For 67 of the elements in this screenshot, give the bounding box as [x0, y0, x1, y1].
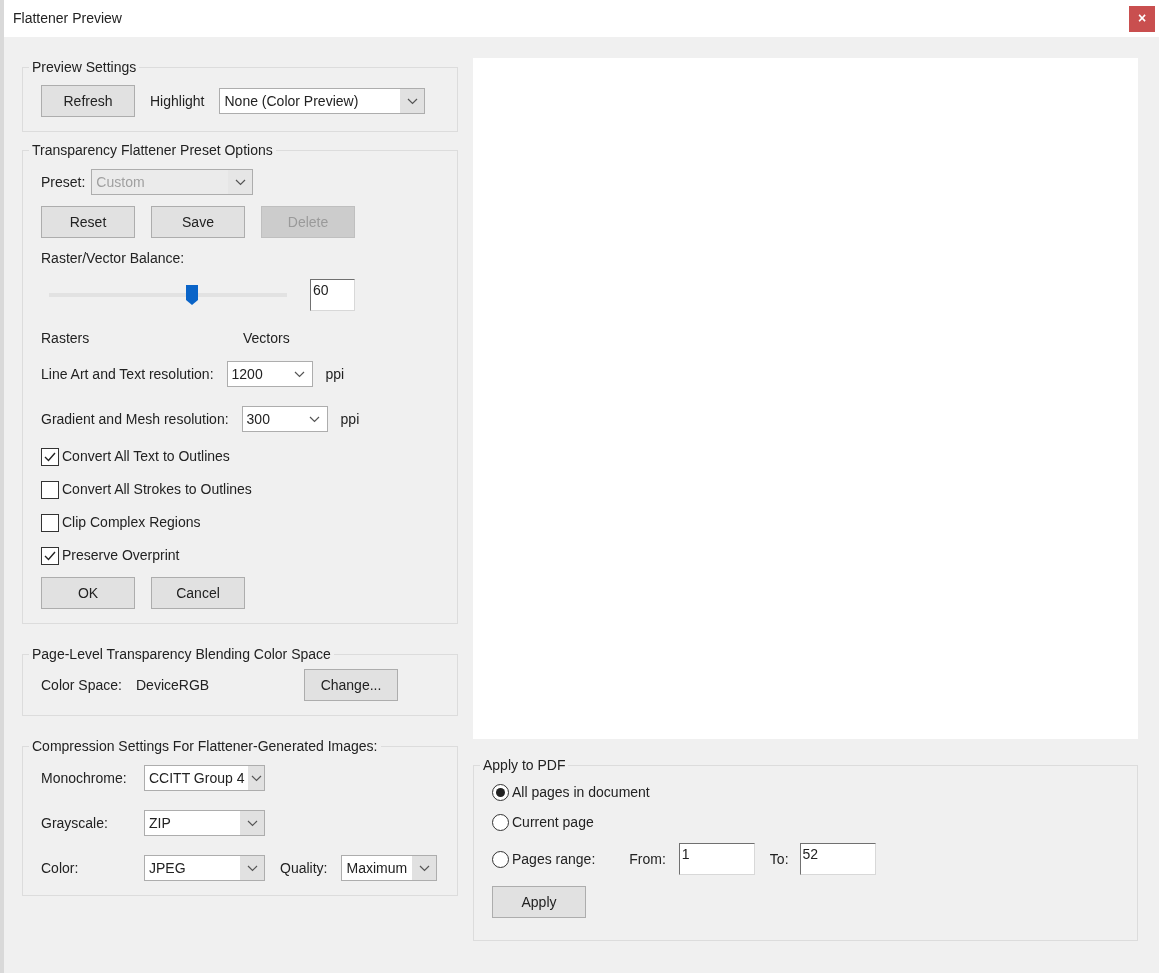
unit-label: ppi — [340, 409, 360, 429]
highlight-label: Highlight — [150, 91, 205, 111]
dropdown[interactable]: None (Color Preview) — [219, 88, 426, 114]
dropdown[interactable]: ZIP — [144, 810, 265, 836]
group-title: Apply to PDF — [482, 756, 567, 775]
color-space-label: Color Space: — [41, 675, 123, 695]
chevron-down-icon — [246, 819, 258, 827]
resolution-label: Gradient and Mesh resolution: — [41, 409, 229, 429]
group-title: Page-Level Transparency Blending Color Space — [31, 645, 332, 664]
radio-label: Pages range: — [512, 849, 596, 869]
checkbox-label: Preserve Overprint — [62, 546, 180, 565]
chevron-down-icon — [234, 178, 246, 186]
slider[interactable] — [49, 285, 287, 305]
vectors-label: Vectors — [243, 329, 290, 348]
dropdown[interactable]: 1200 — [226, 361, 313, 387]
button[interactable]: Cancel — [151, 577, 245, 609]
radio-button[interactable] — [492, 784, 509, 801]
chevron-down-icon — [407, 97, 418, 105]
chevron-down-icon — [309, 415, 321, 423]
button[interactable]: OK — [41, 577, 135, 609]
dropdown[interactable]: Maximum — [341, 855, 438, 881]
checkbox-label: Clip Complex Regions — [62, 513, 201, 532]
checkbox[interactable] — [41, 480, 59, 499]
checkbox[interactable] — [41, 546, 59, 565]
color-space-value: DeviceRGB — [136, 675, 211, 695]
from-label: From: — [629, 849, 666, 869]
checkbox[interactable] — [41, 513, 59, 532]
compression-label: Grayscale: — [41, 813, 109, 833]
compression-label: Color: — [41, 858, 80, 878]
rasters-label: Rasters — [41, 329, 91, 348]
button[interactable]: Save — [151, 206, 245, 238]
compression-label: Monochrome: — [41, 768, 128, 788]
button[interactable]: Refresh — [41, 85, 135, 117]
balance-label: Raster/Vector Balance: — [41, 249, 186, 268]
window-title: Flattener Preview — [13, 9, 122, 28]
radio-button[interactable] — [492, 814, 509, 831]
group-title: Transparency Flattener Preset Options — [31, 141, 274, 160]
radio-label: Current page — [512, 813, 594, 832]
input-field[interactable]: 60 — [310, 279, 355, 311]
checkbox-label: Convert All Strokes to Outlines — [62, 480, 252, 499]
preset-label: Preset: — [41, 172, 86, 192]
quality-label: Quality: — [280, 858, 328, 878]
group-title: Compression Settings For Flattener-Generated Images: — [31, 737, 379, 756]
input-field[interactable]: 1 — [678, 843, 755, 875]
slider-thumb[interactable] — [185, 285, 198, 305]
unit-label: ppi — [325, 364, 345, 384]
button[interactable]: Change... — [304, 669, 398, 701]
button[interactable]: Apply — [492, 886, 586, 918]
close-button[interactable]: × — [1129, 5, 1155, 32]
check-icon — [44, 550, 56, 561]
checkbox-label: Convert All Text to Outlines — [62, 447, 230, 466]
dropdown[interactable]: 300 — [241, 406, 328, 432]
chevron-down-icon — [418, 864, 430, 872]
dropdown[interactable]: JPEG — [144, 855, 265, 881]
check-icon — [44, 451, 56, 462]
group-title: Preview Settings — [31, 58, 138, 77]
checkbox[interactable] — [41, 447, 59, 466]
resolution-label: Line Art and Text resolution: — [41, 364, 214, 384]
radio-label: All pages in document — [512, 783, 650, 802]
radio-button[interactable] — [492, 850, 509, 868]
chevron-down-icon — [250, 774, 262, 782]
chevron-down-icon — [246, 864, 258, 872]
to-label: To: — [769, 849, 789, 869]
button[interactable]: Reset — [41, 206, 135, 238]
chevron-down-icon — [294, 370, 306, 378]
input-field[interactable]: 52 — [799, 843, 876, 875]
dropdown[interactable]: CCITT Group 4 — [144, 765, 265, 791]
